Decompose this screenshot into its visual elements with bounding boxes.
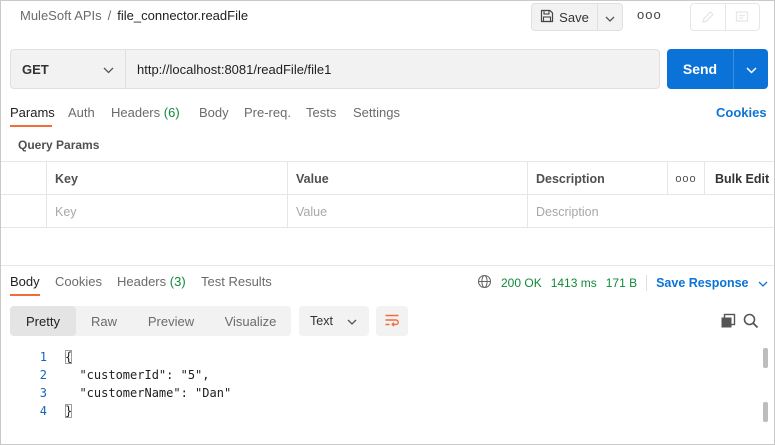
active-tab-underline (10, 125, 52, 127)
tab-response-headers-count: (3) (169, 274, 186, 289)
tab-settings[interactable]: Settings (353, 105, 400, 120)
param-description-input[interactable]: Description (527, 195, 774, 228)
save-response-button[interactable]: Save Response (656, 276, 748, 290)
param-key-input[interactable]: Key (46, 195, 287, 228)
edit-icon[interactable] (691, 4, 726, 30)
tab-headers-count: (6) (163, 105, 180, 120)
chevron-down-icon[interactable] (758, 276, 768, 290)
param-value-input[interactable]: Value (287, 195, 527, 228)
column-value-label: Value (296, 171, 329, 186)
comment-icon[interactable] (726, 4, 760, 30)
breadcrumb-request[interactable]: file_connector.readFile (117, 8, 248, 23)
response-body-code[interactable]: 1 { 2 "customerId": "5", 3 "customerName… (1, 348, 761, 428)
tab-response-body[interactable]: Body (10, 274, 40, 289)
breadcrumb: MuleSoft APIs / file_connector.readFile (20, 8, 248, 23)
response-time[interactable]: 1413 ms (551, 276, 597, 290)
column-key: Key (46, 162, 287, 195)
column-options-label: ooo (675, 172, 697, 185)
copy-icon[interactable] (720, 313, 736, 332)
column-description: Description (527, 162, 667, 195)
mode-raw[interactable]: Raw (76, 306, 132, 336)
tab-auth[interactable]: Auth (68, 105, 95, 120)
chevron-down-icon (103, 62, 114, 77)
method-select[interactable]: GET (10, 49, 126, 89)
save-label: Save (559, 9, 589, 25)
query-params-title: Query Params (18, 138, 100, 152)
line-number: 1 (39, 350, 47, 364)
params-table: Key Value Description ooo Bulk Edit Key … (1, 161, 774, 228)
save-options-button[interactable] (598, 4, 622, 30)
tab-response-cookies[interactable]: Cookies (55, 274, 102, 289)
send-button[interactable]: Send (667, 49, 734, 89)
code-line: "customerId": "5", (65, 368, 210, 382)
status-divider (646, 275, 648, 291)
method-label: GET (22, 61, 49, 77)
mode-visualize[interactable]: Visualize (210, 306, 291, 336)
params-header-row: Key Value Description ooo Bulk Edit (1, 162, 774, 195)
wrap-lines-icon (384, 313, 400, 330)
tab-response-headers[interactable]: Headers (3) (117, 274, 186, 289)
param-value-placeholder: Value (296, 204, 328, 219)
breadcrumb-collection[interactable]: MuleSoft APIs (20, 8, 102, 23)
tab-headers-label: Headers (111, 105, 161, 120)
format-label: Text (310, 314, 333, 328)
chevron-down-icon (605, 10, 615, 25)
scrollbar-thumb-lower[interactable] (763, 402, 768, 422)
scrollbar-thumb[interactable] (763, 348, 768, 368)
line-number: 4 (39, 404, 47, 418)
url-input[interactable]: http://localhost:8081/readFile/file1 (125, 49, 660, 89)
bulk-edit-label: Bulk Edit (715, 171, 770, 186)
column-key-label: Key (55, 171, 78, 186)
url-value: http://localhost:8081/readFile/file1 (137, 61, 332, 77)
chevron-down-icon (745, 62, 757, 77)
globe-icon[interactable] (477, 274, 492, 292)
line-number: 3 (39, 386, 47, 400)
column-description-label: Description (536, 171, 605, 186)
save-icon (540, 9, 554, 26)
tab-headers[interactable]: Headers (6) (111, 105, 180, 120)
cookies-link[interactable]: Cookies (716, 105, 767, 120)
response-size[interactable]: 171 B (606, 276, 637, 290)
response-divider (1, 265, 774, 266)
code-line: "customerName": "Dan" (65, 386, 232, 400)
mode-preview[interactable]: Preview (132, 306, 210, 336)
code-line: { (65, 350, 73, 364)
body-view-modes: Pretty Raw Preview Visualize (10, 306, 291, 336)
tab-pre-request[interactable]: Pre-req. (244, 105, 291, 120)
column-value: Value (287, 162, 527, 195)
tab-test-results[interactable]: Test Results (201, 274, 272, 289)
mode-pretty[interactable]: Pretty (10, 306, 76, 336)
format-select[interactable]: Text (299, 306, 369, 336)
tab-body[interactable]: Body (199, 105, 229, 120)
column-options-button[interactable]: ooo (667, 162, 704, 195)
param-description-placeholder: Description (536, 204, 599, 219)
active-response-tab-underline (10, 294, 40, 296)
tab-params[interactable]: Params (10, 105, 55, 120)
search-icon[interactable] (743, 313, 759, 332)
send-options-button[interactable] (734, 49, 768, 89)
bulk-edit-button[interactable]: Bulk Edit (704, 162, 774, 195)
more-actions-button[interactable]: ooo (637, 7, 662, 22)
breadcrumb-separator: / (107, 8, 112, 23)
save-button[interactable]: Save (532, 4, 598, 30)
param-key-placeholder: Key (55, 204, 77, 219)
tab-response-headers-label: Headers (117, 274, 167, 289)
table-row: Key Value Description (1, 195, 774, 228)
send-button-group: Send (667, 49, 768, 89)
status-code[interactable]: 200 OK (501, 276, 542, 290)
side-actions (690, 3, 760, 31)
line-number: 2 (39, 368, 47, 382)
chevron-down-icon (347, 314, 357, 328)
save-button-group: Save (531, 3, 623, 31)
code-line: } (65, 404, 73, 418)
wrap-lines-button[interactable] (376, 306, 408, 336)
response-scrollbar[interactable] (763, 348, 768, 426)
response-status-bar: 200 OK 1413 ms 171 B Save Response (477, 274, 768, 292)
tab-tests[interactable]: Tests (306, 105, 336, 120)
